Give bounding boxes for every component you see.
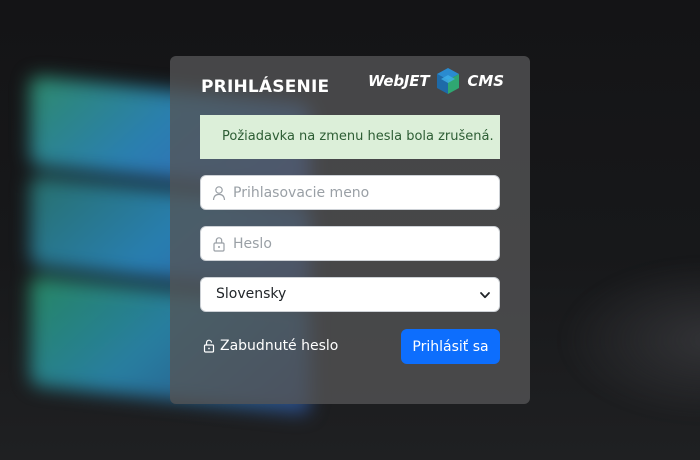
login-button[interactable]: Prihlásiť sa: [401, 329, 500, 364]
username-field[interactable]: [200, 175, 500, 210]
language-select[interactable]: Slovensky: [200, 277, 500, 312]
logo-text-cms: CMS: [467, 72, 505, 90]
language-select-value: Slovensky: [216, 286, 287, 302]
webjet-cube-logo-icon: [437, 68, 460, 94]
status-alert: Požiadavka na zmenu hesla bola zrušená.: [200, 115, 500, 159]
background-glow: [560, 260, 700, 420]
password-input[interactable]: [233, 227, 493, 260]
password-field[interactable]: [200, 226, 500, 261]
logo-text-webjet: WebJET: [368, 72, 430, 90]
forgot-password-label: Zabudnuté heslo: [220, 338, 339, 354]
webjet-logo: WebJET CMS: [368, 66, 504, 96]
chevron-down-icon: [480, 292, 490, 299]
user-icon: [212, 186, 226, 201]
unlock-icon: [203, 339, 215, 353]
username-input[interactable]: [233, 176, 493, 209]
page-title: PRIHLÁSENIE: [201, 77, 330, 97]
lock-icon: [213, 237, 225, 252]
login-card: PRIHLÁSENIE WebJET CMS Požiadavka na zme…: [170, 56, 530, 404]
forgot-password-link[interactable]: Zabudnuté heslo: [203, 338, 338, 354]
